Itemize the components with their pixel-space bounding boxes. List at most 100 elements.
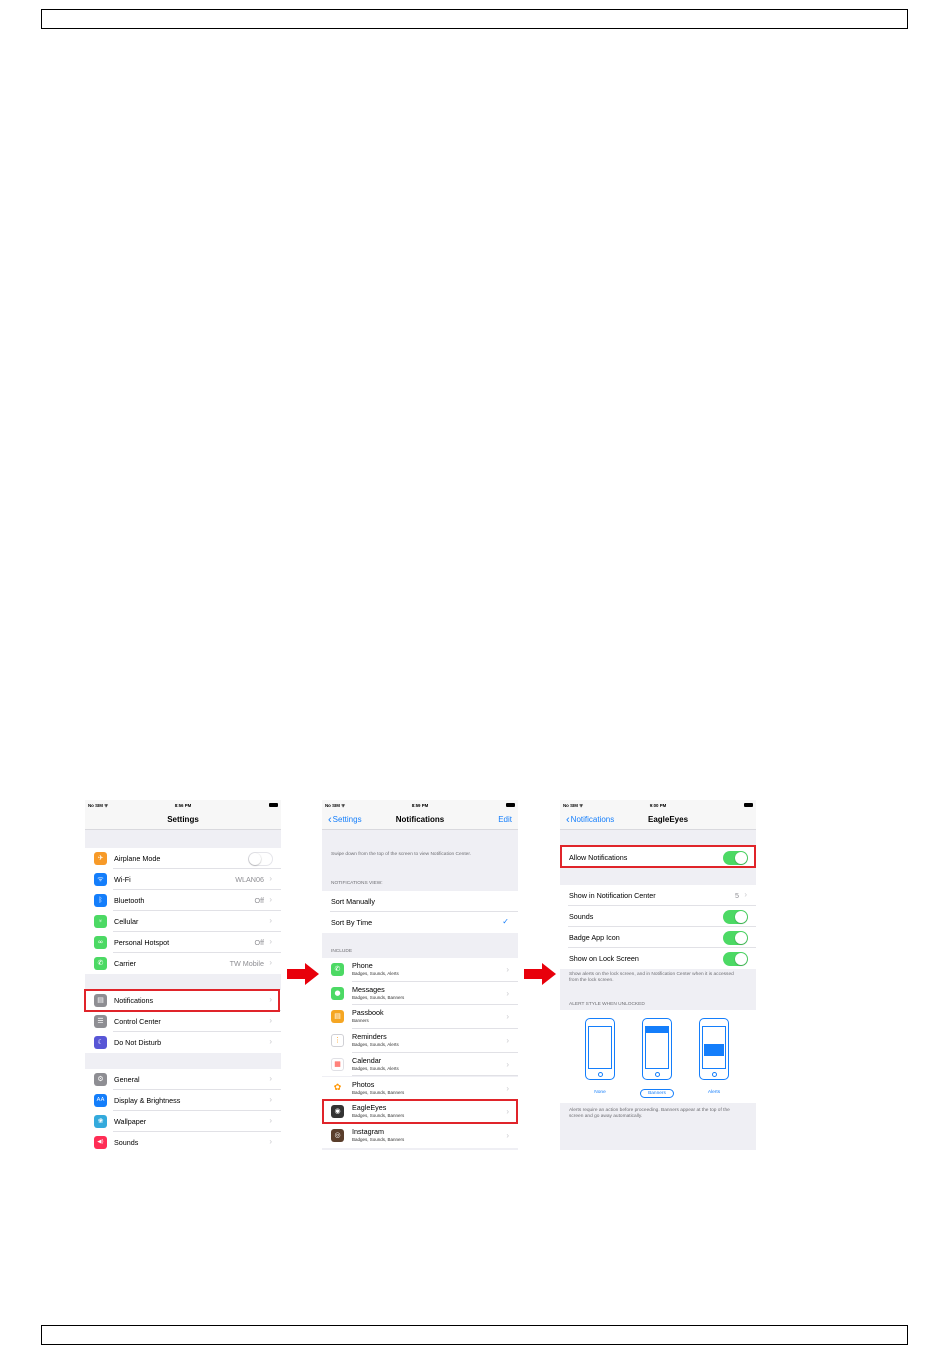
app-row-photos[interactable]: ✿ Photos Badges, Sounds, Banners › (322, 1076, 518, 1101)
gear-icon: ⚙ (94, 1073, 107, 1086)
row-label: Sort Manually (331, 897, 375, 906)
badge-toggle[interactable] (723, 931, 748, 945)
allow-notifications-row[interactable]: Allow Notifications (560, 847, 756, 868)
app-subtitle: Badges, Sounds, Alerts (352, 1065, 399, 1071)
alert-style-alerts-option[interactable] (699, 1018, 729, 1080)
sort-manually-option[interactable]: Sort Manually (322, 891, 518, 912)
chevron-right-icon: › (506, 965, 509, 974)
row-value: Off (254, 896, 264, 905)
app-row-eagleeyes[interactable]: ◉ EagleEyes Badges, Sounds, Banners › (322, 1100, 518, 1124)
status-bar: No SIM ᯤ 9:00 PM (560, 800, 756, 810)
passbook-icon: ▤ (331, 1010, 344, 1024)
settings-row-airplane-mode[interactable]: ✈ Airplane Mode (85, 848, 281, 869)
chevron-right-icon: › (506, 1107, 509, 1117)
lock-screen-note: Show alerts on the lock screen, and in N… (569, 972, 734, 984)
settings-row-notifications[interactable]: ▤ Notifications › (85, 990, 281, 1011)
toggle-knob (735, 852, 747, 864)
row-label: Control Center (114, 1017, 161, 1026)
cellular-icon: ⍤ (94, 915, 107, 928)
show-on-lock-screen-row[interactable]: Show on Lock Screen (560, 948, 756, 969)
nav-bar: ‹Notifications EagleEyes (560, 810, 756, 830)
chevron-right-icon: › (269, 1095, 272, 1104)
settings-row-bluetooth[interactable]: ᛒ Bluetooth Off › (85, 890, 281, 911)
settings-row-display-brightness[interactable]: AA Display & Brightness › (85, 1090, 281, 1111)
chevron-right-icon: › (269, 1116, 272, 1125)
app-name: EagleEyes (352, 1103, 387, 1113)
instagram-icon: ◎ (331, 1128, 344, 1142)
arrow-right-icon (524, 963, 556, 985)
settings-row-cellular[interactable]: ⍤ Cellular › (85, 911, 281, 932)
phone-screen (645, 1026, 669, 1069)
settings-row-control-center[interactable]: ☰ Control Center › (85, 1011, 281, 1032)
phone-screen (588, 1026, 612, 1069)
phone-screen (702, 1026, 726, 1069)
alert-style-none-option[interactable] (585, 1018, 615, 1080)
row-label: Show in Notification Center (569, 891, 656, 900)
sounds-toggle[interactable] (723, 910, 748, 924)
sounds-row[interactable]: Sounds (560, 906, 756, 927)
wifi-icon: ᯤ (94, 873, 107, 886)
style-label-alerts[interactable]: Alerts (694, 1090, 734, 1095)
style-label-banners[interactable]: Banners (640, 1089, 674, 1098)
app-row-calendar[interactable]: ▦ Calendar Badges, Sounds, Alerts › (322, 1052, 518, 1077)
app-name: Photos (352, 1079, 375, 1089)
settings-row-carrier[interactable]: ✆ Carrier TW Mobile › (85, 953, 281, 974)
row-label: Display & Brightness (114, 1096, 181, 1105)
app-row-passbook[interactable]: ▤ Passbook Banners › (322, 1005, 518, 1030)
app-subtitle: Badges, Sounds, Banners (352, 1089, 405, 1095)
settings-row-sounds[interactable]: ◀) Sounds › (85, 1132, 281, 1150)
chevron-right-icon: › (506, 1059, 509, 1069)
app-row-messages[interactable]: ● Messages Badges, Sounds, Banners › (322, 981, 518, 1006)
app-name: Phone (352, 961, 373, 970)
lock-screen-toggle[interactable] (723, 952, 748, 966)
row-label: Cellular (114, 917, 139, 926)
settings-row-wifi[interactable]: ᯤ Wi-Fi WLAN06 › (85, 869, 281, 890)
alert-style-note: Alerts require an action before proceedi… (569, 1108, 730, 1120)
app-row-phone[interactable]: ✆ Phone Badges, Sounds, Alerts › (322, 958, 518, 982)
alert-indicator (704, 1044, 724, 1056)
airplane-mode-toggle[interactable] (248, 852, 273, 866)
chevron-right-icon: › (506, 1012, 509, 1022)
arrow-right-icon (287, 963, 319, 985)
calendar-icon: ▦ (331, 1057, 344, 1071)
battery-icon (269, 803, 278, 807)
status-bar: No SIM ᯤ 8:56 PM (85, 800, 281, 810)
settings-row-personal-hotspot[interactable]: ∞ Personal Hotspot Off › (85, 932, 281, 953)
app-subtitle: Banners (352, 1018, 369, 1024)
style-label-none[interactable]: None (580, 1090, 620, 1095)
row-label: Notifications (114, 996, 154, 1005)
eagleeyes-screen: No SIM ᯤ 9:00 PM ‹Notifications EagleEye… (560, 800, 756, 1150)
toggle-knob (735, 911, 747, 923)
page-header-frame (41, 9, 908, 29)
row-label: Do Not Disturb (114, 1038, 162, 1047)
chevron-right-icon: › (506, 988, 509, 998)
banner-indicator (646, 1027, 668, 1033)
settings-row-general[interactable]: ⚙ General › (85, 1069, 281, 1090)
settings-row-wallpaper[interactable]: ❀ Wallpaper › (85, 1111, 281, 1132)
toggle-knob (735, 953, 747, 965)
battery-icon (506, 803, 515, 807)
edit-button[interactable]: Edit (498, 815, 512, 824)
chevron-right-icon: › (269, 937, 272, 946)
show-in-notification-center-row[interactable]: Show in Notification Center 5 › (560, 885, 756, 906)
chevron-right-icon: › (506, 1083, 509, 1093)
checkmark-icon: ✓ (502, 917, 509, 926)
app-row-instagram[interactable]: ◎ Instagram Badges, Sounds, Banners › (322, 1123, 518, 1148)
allow-notifications-toggle[interactable] (723, 851, 748, 865)
chevron-right-icon: › (269, 1016, 272, 1025)
app-row-reminders[interactable]: ⋮ Reminders Badges, Sounds, Alerts › (322, 1029, 518, 1053)
sort-by-time-option[interactable]: Sort By Time ✓ (322, 912, 518, 933)
chevron-right-icon: › (506, 1036, 509, 1046)
battery-icon (744, 803, 753, 807)
photos-icon: ✿ (331, 1081, 344, 1095)
settings-row-do-not-disturb[interactable]: ☾ Do Not Disturb › (85, 1032, 281, 1053)
row-label: Carrier (114, 959, 136, 968)
app-name: Calendar (352, 1055, 382, 1065)
swipe-note: Swipe down from the top of the screen to… (331, 852, 471, 857)
toggle-knob (249, 853, 261, 865)
alert-style-banners-option[interactable] (642, 1018, 672, 1080)
badge-app-icon-row[interactable]: Badge App Icon (560, 927, 756, 948)
status-time: 8:59 PM (411, 803, 429, 808)
bluetooth-icon: ᛒ (94, 894, 107, 907)
speaker-icon: ◀) (94, 1136, 107, 1149)
